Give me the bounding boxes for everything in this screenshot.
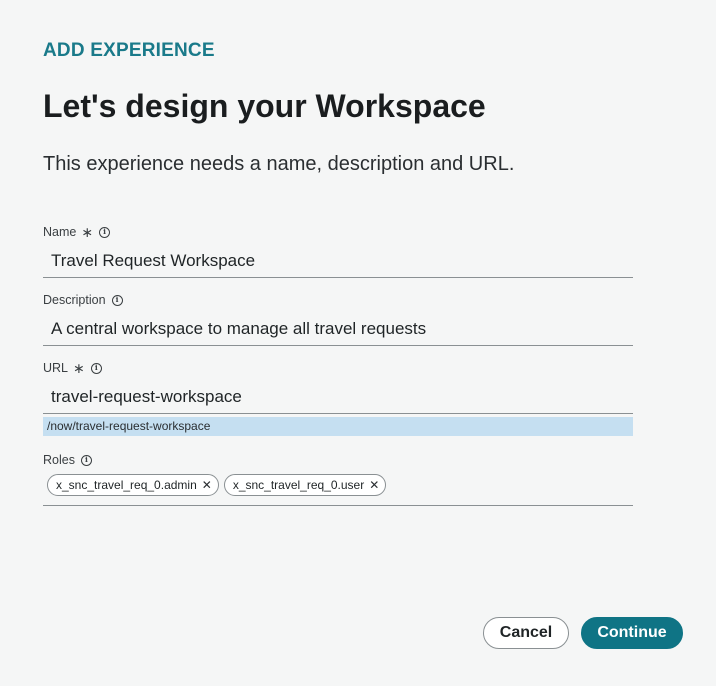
info-icon[interactable]: i xyxy=(90,362,102,374)
name-label: Name ∗ i xyxy=(43,224,111,240)
name-input[interactable] xyxy=(43,244,633,278)
role-chip-label: x_snc_travel_req_0.user xyxy=(232,478,365,492)
step-label: ADD EXPERIENCE xyxy=(43,40,215,61)
info-icon[interactable]: i xyxy=(111,294,123,306)
role-chip-label: x_snc_travel_req_0.admin xyxy=(56,478,197,492)
url-input[interactable] xyxy=(43,380,633,414)
url-label: URL ∗ i xyxy=(43,361,102,375)
description-input[interactable] xyxy=(43,312,633,346)
url-preview-hint: /now/travel-request-workspace xyxy=(43,417,633,436)
close-icon[interactable]: ✕ xyxy=(202,479,212,491)
roles-label: Roles i xyxy=(43,453,92,467)
required-mark: ∗ xyxy=(81,224,94,240)
roles-label-text: Roles xyxy=(43,453,75,467)
description-label: Description i xyxy=(43,293,123,307)
info-icon[interactable]: i xyxy=(80,454,92,466)
page-title: Let's design your Workspace xyxy=(43,88,486,124)
role-chip-user: x_snc_travel_req_0.user ✕ xyxy=(223,474,387,496)
description-label-text: Description xyxy=(43,293,106,307)
roles-input[interactable]: x_snc_travel_req_0.admin ✕ x_snc_travel_… xyxy=(43,474,633,506)
continue-button[interactable]: Continue xyxy=(581,617,683,649)
close-icon[interactable]: ✕ xyxy=(369,479,379,491)
role-chip-admin: x_snc_travel_req_0.admin ✕ xyxy=(47,474,219,496)
info-icon[interactable]: i xyxy=(99,226,111,238)
cancel-button[interactable]: Cancel xyxy=(483,617,569,649)
required-mark: ∗ xyxy=(73,360,85,376)
page-subtitle: This experience needs a name, descriptio… xyxy=(43,153,515,175)
name-label-text: Name xyxy=(43,225,77,239)
url-label-text: URL xyxy=(43,361,69,375)
